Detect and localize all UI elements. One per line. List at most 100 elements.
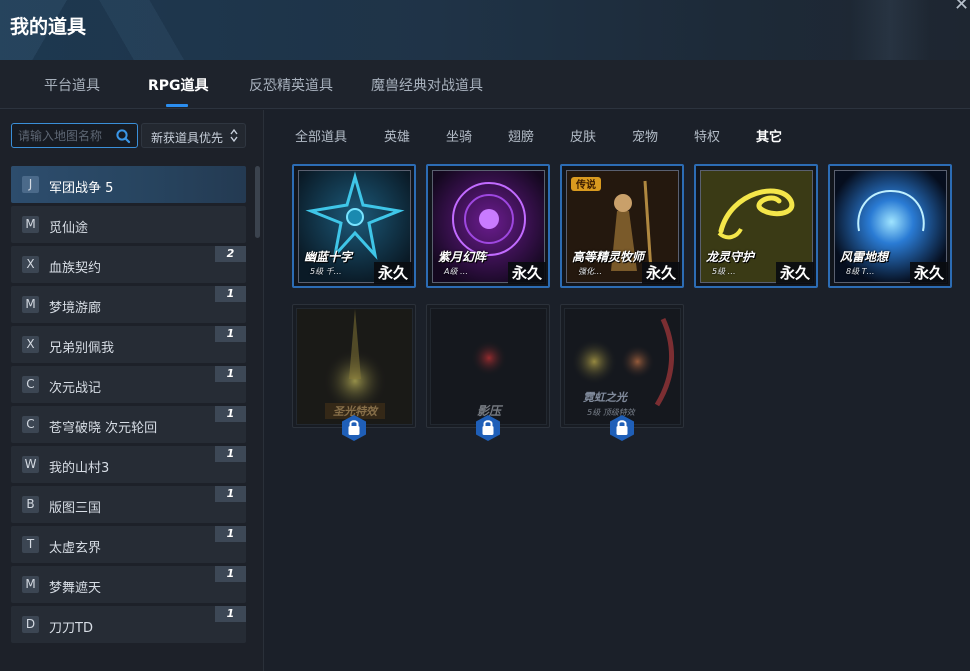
- filter-tab[interactable]: 坐骑: [446, 126, 472, 145]
- game-list-item[interactable]: M 梦舞遮天 1: [11, 566, 246, 603]
- game-list-item[interactable]: D 刀刀TD 1: [11, 606, 246, 643]
- game-list-item[interactable]: W 我的山村3 1: [11, 446, 246, 483]
- item-count-badge: 1: [215, 366, 246, 382]
- item-count-badge: 1: [215, 606, 246, 622]
- game-initial-badge: J: [22, 176, 39, 193]
- item-count-badge: 1: [215, 406, 246, 422]
- game-name: 苍穹破晓 次元轮回: [49, 421, 158, 436]
- game-list-item[interactable]: X 血族契约 2: [11, 246, 246, 283]
- filter-tab[interactable]: 特权: [694, 126, 720, 145]
- game-name: 梦境游廊: [49, 301, 102, 316]
- permanent-badge: 永久: [374, 262, 412, 284]
- locked-item-card[interactable]: 霓虹之光 5级 顶级特效: [560, 304, 684, 428]
- game-initial-badge: W: [22, 456, 39, 473]
- game-name: 刀刀TD: [49, 621, 93, 636]
- game-name: 血族契约: [49, 261, 102, 276]
- item-count-badge: 1: [215, 446, 246, 462]
- item-subtitle: 8级 T…: [846, 267, 875, 276]
- game-list-item[interactable]: C 次元战记 1: [11, 366, 246, 403]
- tab-rpg-items[interactable]: RPG道具: [148, 75, 209, 95]
- svg-text:霓虹之光: 霓虹之光: [583, 391, 629, 404]
- permanent-badge: 永久: [642, 262, 680, 284]
- locked-item-card[interactable]: 影压: [426, 304, 550, 428]
- sort-dropdown[interactable]: 新获道具优先: [141, 123, 246, 148]
- game-initial-badge: C: [22, 376, 39, 393]
- filter-tab[interactable]: 皮肤: [570, 126, 596, 145]
- lock-icon: [342, 415, 366, 441]
- item-subtitle: A级 …: [444, 267, 469, 276]
- game-name: 觅仙途: [49, 221, 89, 236]
- game-list-item[interactable]: X 兄弟别佩我 1: [11, 326, 246, 363]
- header-decoration-right: [850, 0, 930, 60]
- filter-tab[interactable]: 英雄: [384, 126, 410, 145]
- window-header: 我的道具 ✕: [0, 0, 970, 60]
- game-initial-badge: M: [22, 216, 39, 233]
- game-name: 我的山村3: [49, 461, 110, 476]
- item-count-badge: 1: [215, 566, 246, 582]
- game-initial-badge: X: [22, 256, 39, 273]
- game-name: 梦舞遮天: [49, 581, 102, 596]
- tab-cs-items[interactable]: 反恐精英道具: [249, 75, 333, 95]
- items-panel: 全部道具 英雄 坐骑 翅膀 皮肤 宠物 特权 其它 幽蓝十字 5级 千… 永久 紫月幻阵 A级 … 永久…: [265, 110, 970, 671]
- permanent-badge: 永久: [910, 262, 948, 284]
- game-name: 兄弟别佩我: [49, 341, 115, 356]
- item-card[interactable]: 龙灵守护 5级 … 永久: [694, 164, 818, 288]
- item-card[interactable]: 幽蓝十字 5级 千… 永久: [292, 164, 416, 288]
- game-initial-badge: M: [22, 576, 39, 593]
- active-tab-indicator: [166, 104, 188, 107]
- item-name: 风雷地想: [840, 250, 889, 264]
- filter-tab[interactable]: 其它: [756, 126, 782, 145]
- sort-dropdown-label: 新获道具优先: [151, 131, 224, 145]
- holy-light-art: 圣光特效: [296, 308, 413, 425]
- game-initial-badge: X: [22, 336, 39, 353]
- filter-tab[interactable]: 宠物: [632, 126, 658, 145]
- item-subtitle: 5级 …: [712, 267, 736, 276]
- close-icon[interactable]: ✕: [954, 0, 970, 14]
- game-initial-badge: M: [22, 296, 39, 313]
- item-name: 幽蓝十字: [304, 250, 353, 264]
- game-list-item[interactable]: M 梦境游廊 1: [11, 286, 246, 323]
- shadow-art: 影压: [430, 308, 547, 425]
- map-sidebar: 新获道具优先 J 军团战争 5 M 觅仙途 X 血族契约 2 M 梦境游廊 1 X 兄弟别佩我 1 C 次元…: [0, 110, 264, 671]
- game-list-item[interactable]: T 太虚玄界 1: [11, 526, 246, 563]
- svg-text:传说: 传说: [575, 178, 596, 191]
- item-card[interactable]: 紫月幻阵 A级 … 永久: [426, 164, 550, 288]
- map-search-input[interactable]: [18, 127, 114, 145]
- permanent-badge: 永久: [776, 262, 814, 284]
- window-title: 我的道具: [10, 16, 87, 38]
- category-tabs: 平台道具 RPG道具 反恐精英道具 魔兽经典对战道具: [0, 60, 970, 109]
- item-card[interactable]: 风雷地想 8级 T… 永久: [828, 164, 952, 288]
- item-count-badge: 1: [215, 526, 246, 542]
- game-name: 军团战争 5: [49, 181, 114, 196]
- game-initial-badge: B: [22, 496, 39, 513]
- game-list-scrollbar[interactable]: [255, 166, 260, 238]
- permanent-badge: 永久: [508, 262, 546, 284]
- game-list-item[interactable]: C 苍穹破晓 次元轮回 1: [11, 406, 246, 443]
- neon-light-art: 霓虹之光 5级 顶级特效: [564, 308, 681, 425]
- game-name: 太虚玄界: [49, 541, 102, 556]
- game-list: J 军团战争 5 M 觅仙途 X 血族契约 2 M 梦境游廊 1 X 兄弟别佩我 1 C 次元战记 1 C 苍穹破…: [11, 166, 246, 646]
- item-count-badge: 1: [215, 326, 246, 342]
- filter-tab[interactable]: 翅膀: [508, 126, 534, 145]
- game-list-scrollbar-track: [254, 166, 260, 666]
- game-name: 次元战记: [49, 381, 102, 396]
- item-name: 高等精灵牧师: [572, 250, 645, 264]
- search-icon[interactable]: [115, 128, 131, 144]
- locked-item-card[interactable]: 圣光特效: [292, 304, 416, 428]
- filter-tab[interactable]: 全部道具: [295, 126, 347, 145]
- game-list-item[interactable]: B 版图三国 1: [11, 486, 246, 523]
- tab-warcraft-items[interactable]: 魔兽经典对战道具: [371, 75, 483, 95]
- item-count-badge: 1: [215, 286, 246, 302]
- game-list-item[interactable]: J 军团战争 5: [11, 166, 246, 203]
- tab-platform-items[interactable]: 平台道具: [44, 75, 100, 95]
- item-count-badge: 1: [215, 486, 246, 502]
- game-list-item[interactable]: M 觅仙途: [11, 206, 246, 243]
- game-initial-badge: T: [22, 536, 39, 553]
- item-subtitle: 强化…: [578, 267, 602, 276]
- item-card[interactable]: 传说高等精灵牧师强化… 永久: [560, 164, 684, 288]
- item-subtitle: 5级 千…: [310, 267, 342, 276]
- game-name: 版图三国: [49, 501, 102, 516]
- item-name: 龙灵守护: [706, 250, 755, 264]
- map-search-box: [11, 123, 138, 148]
- game-initial-badge: D: [22, 616, 39, 633]
